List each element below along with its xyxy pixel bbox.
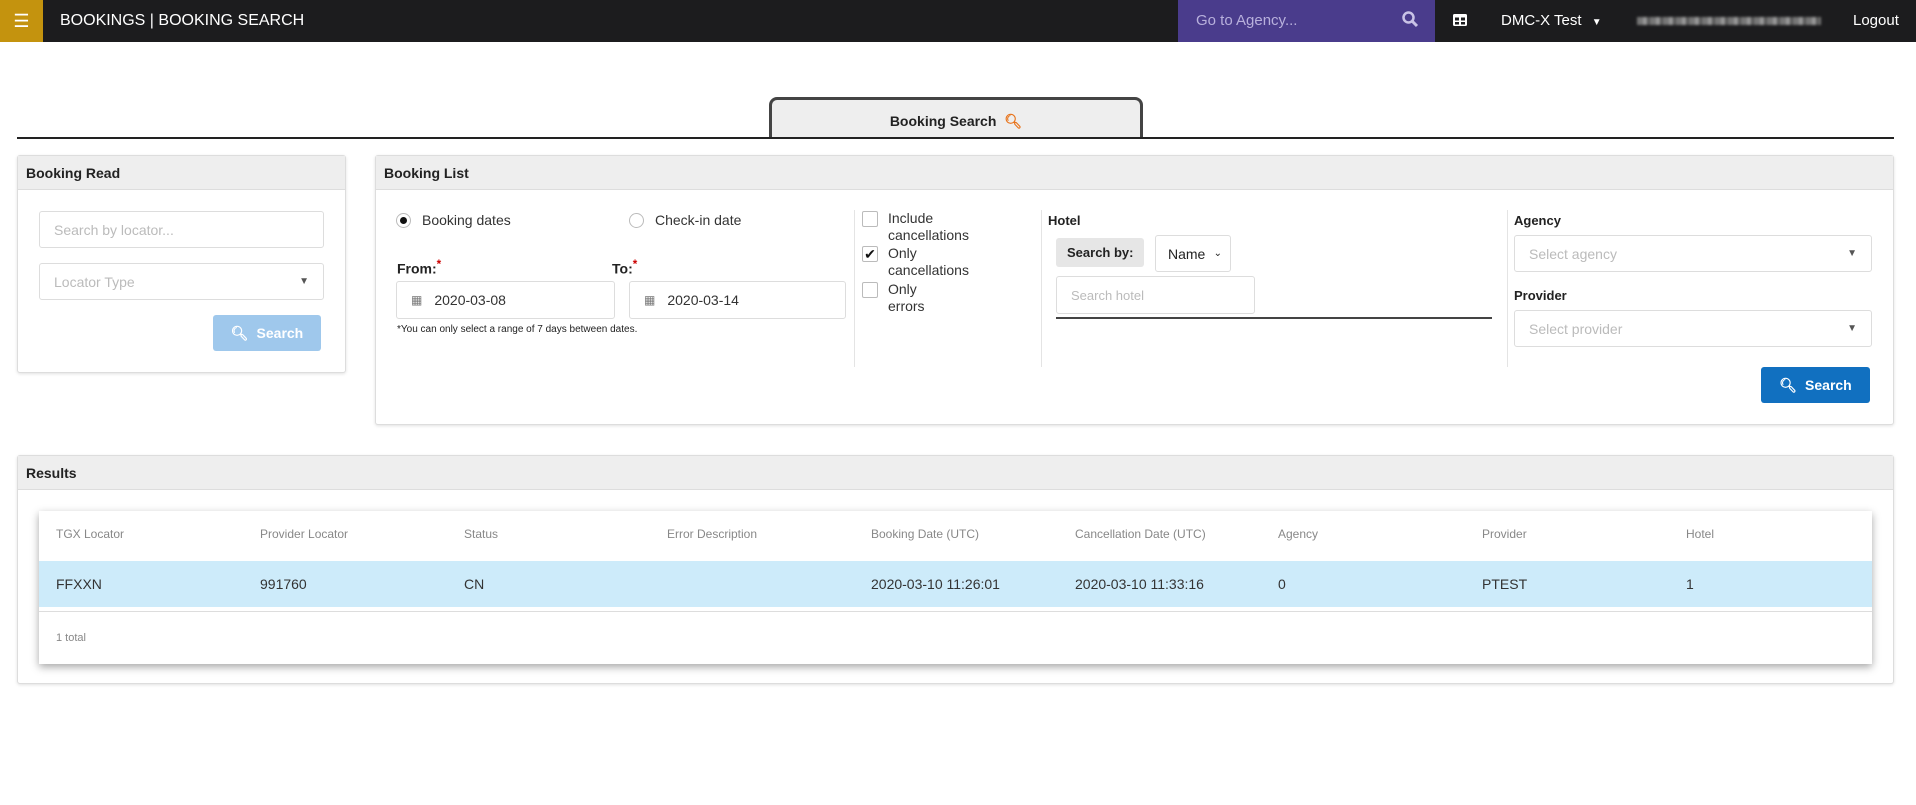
caret-down-icon: ▼ — [1847, 323, 1857, 334]
column-header[interactable]: Status — [464, 527, 498, 541]
radio-label: Check-in date — [655, 212, 742, 228]
hotel-search-input[interactable]: Search hotel — [1056, 276, 1255, 314]
search-icon: 🔍︎ — [1779, 376, 1798, 393]
search-by-label: Search by: — [1056, 238, 1144, 267]
booking-read-search-button[interactable]: 🔍︎ Search — [213, 315, 321, 351]
tab-label: Booking Search — [889, 113, 997, 129]
agency-placeholder: Go to Agency... — [1196, 12, 1298, 29]
agency-select[interactable]: Select agency ▼ — [1514, 235, 1872, 272]
range-note: *You can only select a range of 7 days b… — [397, 324, 638, 335]
table-cell: 0 — [1278, 576, 1286, 592]
go-to-agency-input[interactable]: Go to Agency... — [1178, 0, 1435, 42]
placeholder: Select agency — [1529, 245, 1617, 262]
provider-label: Provider — [1514, 288, 1567, 303]
table-row[interactable]: FFXXN 991760 CN 2020-03-10 11:26:01 2020-03-… — [39, 561, 1872, 607]
date-value: 2020-03-08 — [434, 292, 506, 308]
checkbox-only-errors[interactable] — [862, 282, 878, 298]
workspace-dropdown[interactable]: DMC-X Test ▼ — [1501, 12, 1602, 29]
button-label: Search — [1805, 377, 1852, 393]
radio-label: Booking dates — [422, 212, 511, 228]
radio-booking-dates[interactable] — [396, 213, 411, 228]
table-cell: 2020-03-10 11:26:01 — [871, 576, 1000, 592]
panel-title: Results — [18, 456, 1893, 490]
column-header[interactable]: Hotel — [1686, 527, 1714, 541]
table-header: TGX Locator Provider Locator Status Error D… — [39, 511, 1872, 561]
select-value: Name — [1168, 245, 1206, 262]
column-header[interactable]: TGX Locator — [56, 527, 124, 541]
from-label: From:* — [397, 258, 442, 277]
checkbox-label: Only cancellations — [888, 245, 969, 278]
from-date-input[interactable]: ▦ 2020-03-08 — [396, 281, 615, 319]
divider — [854, 210, 855, 367]
chevron-down-icon: ⌄ — [1213, 248, 1222, 259]
locator-search-input[interactable]: Search by locator... — [39, 211, 324, 248]
button-label: Search — [256, 325, 304, 341]
agency-label: Agency — [1514, 213, 1561, 228]
hotel-label: Hotel — [1048, 213, 1081, 228]
column-header[interactable]: Cancellation Date (UTC) — [1075, 527, 1206, 541]
column-header[interactable]: Agency — [1278, 527, 1318, 541]
table-cell: 2020-03-10 11:33:16 — [1075, 576, 1204, 592]
placeholder: Search hotel — [1071, 287, 1144, 303]
user-name-redacted — [1637, 17, 1821, 25]
to-date-input[interactable]: ▦ 2020-03-14 — [629, 281, 846, 319]
date-value: 2020-03-14 — [667, 292, 739, 308]
table-cell: PTEST — [1482, 576, 1528, 592]
table-cell: CN — [464, 576, 485, 592]
hotel-underline — [1056, 317, 1492, 319]
table-cell: 1 — [1686, 576, 1694, 592]
column-header[interactable]: Provider — [1482, 527, 1527, 541]
checkbox-label: Only errors — [888, 281, 925, 314]
table-icon[interactable] — [1452, 12, 1468, 28]
search-icon: 🔍︎ — [230, 324, 249, 341]
workspace-label: DMC-X Test — [1501, 12, 1582, 29]
top-bar: ☰ BOOKINGS | BOOKING SEARCH Go to Agency… — [0, 0, 1916, 42]
locator-type-select[interactable]: Locator Type ▼ — [39, 263, 324, 300]
divider — [39, 611, 1872, 612]
provider-select[interactable]: Select provider ▼ — [1514, 310, 1872, 347]
results-table: TGX Locator Provider Locator Status Error D… — [39, 511, 1872, 664]
tab-booking-search[interactable]: Booking Search 🔍︎ — [769, 97, 1143, 139]
divider — [1041, 210, 1042, 367]
table-cell: FFXXN — [56, 576, 102, 592]
caret-down-icon: ▼ — [299, 276, 309, 287]
placeholder: Search by locator... — [54, 221, 174, 238]
radio-checkin-date[interactable] — [629, 213, 644, 228]
search-icon: 🔍︎ — [1004, 113, 1023, 129]
total-count: 1 total — [56, 632, 86, 644]
column-header[interactable]: Provider Locator — [260, 527, 348, 541]
checkbox-only-cancellations[interactable]: ✔ — [862, 246, 878, 262]
to-label: To:* — [612, 258, 638, 277]
tab-divider — [17, 137, 1894, 139]
logout-link[interactable]: Logout — [1853, 12, 1899, 29]
panel-title: Booking Read — [18, 156, 345, 190]
booking-list-search-button[interactable]: 🔍︎ Search — [1761, 367, 1870, 403]
table-cell: 991760 — [260, 576, 307, 592]
checkbox-include-cancellations[interactable] — [862, 211, 878, 227]
panel-title: Booking List — [376, 156, 1893, 190]
calendar-icon: ▦ — [644, 293, 656, 307]
hamburger-icon[interactable]: ☰ — [0, 0, 43, 42]
search-icon[interactable] — [1401, 10, 1419, 28]
divider — [1507, 210, 1508, 367]
checkbox-label: Include cancellations — [888, 210, 969, 243]
column-header[interactable]: Booking Date (UTC) — [871, 527, 979, 541]
column-header[interactable]: Error Description — [667, 527, 757, 541]
placeholder: Locator Type — [54, 273, 135, 290]
app-title: BOOKINGS | BOOKING SEARCH — [60, 12, 305, 29]
search-by-select[interactable]: Name ⌄ — [1155, 235, 1231, 272]
caret-down-icon: ▼ — [1591, 17, 1602, 28]
calendar-icon: ▦ — [411, 293, 423, 307]
caret-down-icon: ▼ — [1847, 248, 1857, 259]
placeholder: Select provider — [1529, 320, 1623, 337]
